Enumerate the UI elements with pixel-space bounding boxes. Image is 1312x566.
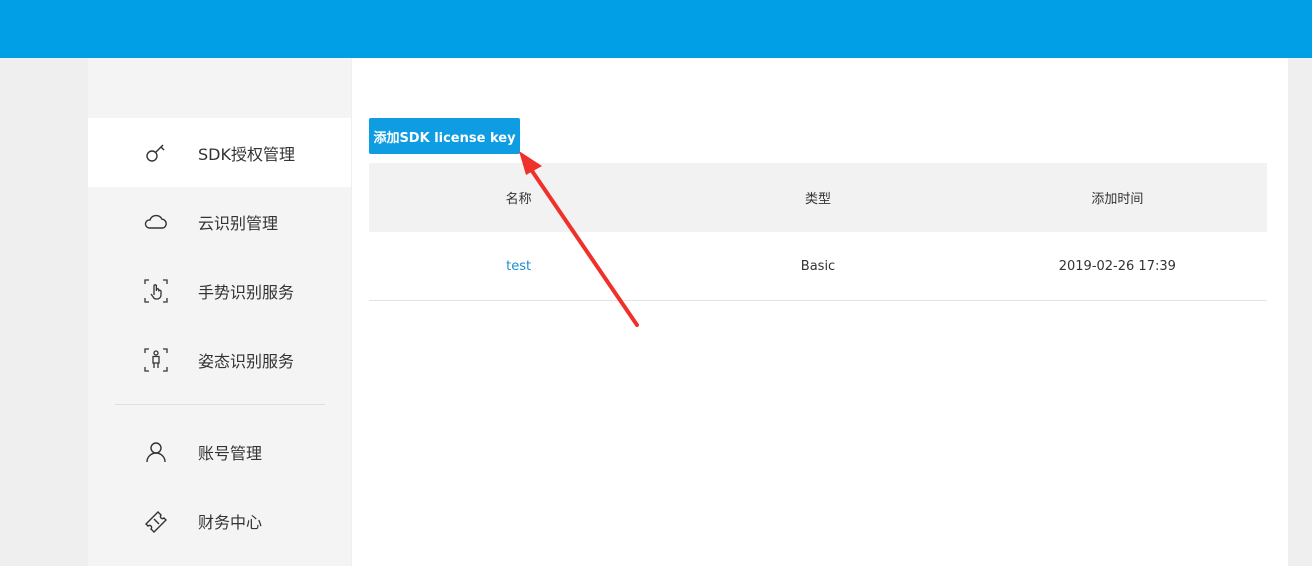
table-row: test Basic 2019-02-26 17:39 (369, 232, 1267, 301)
column-header-type: 类型 (804, 192, 831, 207)
sidebar-item-cloud-recognition[interactable]: 云识别管理 (88, 187, 351, 256)
key-icon (143, 140, 169, 166)
body-pose-icon (143, 347, 169, 373)
sidebar-item-sdk-license[interactable]: SDK授权管理 (88, 118, 351, 187)
top-header-bar (0, 0, 1312, 58)
column-header-name: 名称 (505, 192, 532, 207)
sidebar: SDK授权管理 云识别管理 手势识别服务 姿态识别服务 账号管理 财务中心 (88, 58, 351, 566)
column-header-added-time: 添加时间 (1091, 192, 1144, 207)
sidebar-item-label: 姿态识别服务 (198, 351, 295, 371)
sidebar-item-label: 手势识别服务 (198, 282, 295, 302)
user-icon (143, 439, 169, 465)
table-header: 名称 类型 添加时间 (369, 163, 1267, 232)
license-name-link[interactable]: test (369, 259, 668, 274)
sidebar-item-label: SDK授权管理 (198, 144, 295, 164)
add-sdk-license-key-button[interactable]: 添加SDK license key (369, 118, 520, 154)
sidebar-item-label: 云识别管理 (198, 213, 279, 233)
sidebar-item-pose-service[interactable]: 姿态识别服务 (88, 325, 351, 394)
license-type: Basic (800, 258, 836, 274)
license-table: 名称 类型 添加时间 test Basic 2019-02-26 17:39 (369, 163, 1267, 301)
ticket-icon (143, 508, 169, 534)
sidebar-item-label: 账号管理 (198, 443, 263, 463)
main-content: 添加SDK license key 名称 类型 添加时间 test Basic … (352, 58, 1288, 566)
sidebar-divider (115, 404, 325, 405)
license-added-time: 2019-02-26 17:39 (1058, 258, 1176, 274)
cloud-icon (143, 209, 169, 235)
hand-gesture-icon (143, 278, 169, 304)
sidebar-item-account[interactable]: 账号管理 (88, 417, 351, 486)
sidebar-item-finance[interactable]: 财务中心 (88, 486, 351, 555)
sidebar-item-gesture-service[interactable]: 手势识别服务 (88, 256, 351, 325)
sidebar-item-label: 财务中心 (198, 512, 263, 532)
